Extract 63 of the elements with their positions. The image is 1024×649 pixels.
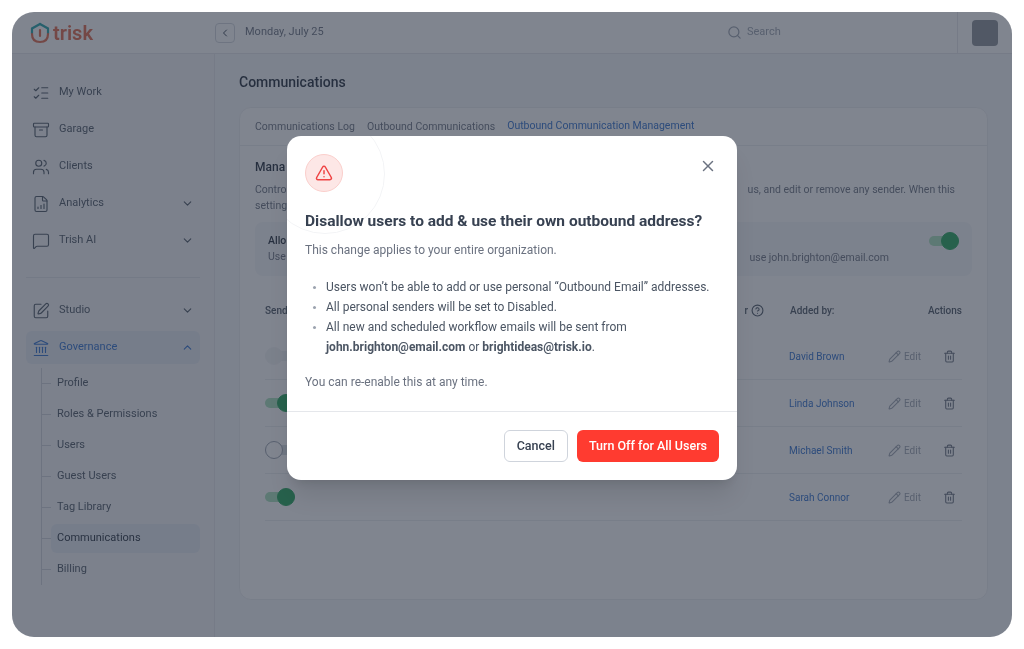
column-header: Added by: xyxy=(790,303,836,318)
bullet-text: All personal senders will be set to Disabled. xyxy=(326,299,557,317)
added-by-link[interactable]: Sarah Connor xyxy=(789,489,888,505)
sidebar-subitem[interactable]: Tag Library xyxy=(51,493,200,522)
trash-icon xyxy=(943,349,956,363)
sidebar-subitem[interactable]: Users xyxy=(51,431,200,460)
setting-title: Allo xyxy=(268,233,287,249)
sidebar-subitem[interactable]: Guest Users xyxy=(51,462,200,491)
sidebar-subitem[interactable]: Communications xyxy=(51,524,200,553)
delete-button[interactable] xyxy=(943,396,956,410)
collapse-button[interactable] xyxy=(215,22,235,43)
sidebar-item[interactable]: My Work xyxy=(26,76,200,109)
sidebar-item[interactable]: Trish AI xyxy=(26,224,200,257)
delete-button[interactable] xyxy=(943,443,956,457)
sidebar-item[interactable]: Garage xyxy=(26,113,200,146)
column-header: r xyxy=(744,303,748,318)
sidebar-icon xyxy=(32,194,50,213)
pencil-icon xyxy=(888,349,901,363)
page-title: Communications xyxy=(239,73,347,92)
sidebar-subitem[interactable]: Billing xyxy=(51,555,200,584)
search-icon xyxy=(727,25,742,40)
dialog-title: Disallow users to add & use their own outbound address? xyxy=(305,211,704,232)
warning-icon xyxy=(305,154,343,192)
sidebar-item[interactable]: Governance xyxy=(26,331,200,364)
delete-button[interactable] xyxy=(943,490,956,504)
column-header: Send xyxy=(265,303,289,318)
added-by-link[interactable]: Michael Smith xyxy=(789,442,888,458)
sidebar-icon xyxy=(32,120,50,139)
pencil-icon xyxy=(888,490,901,504)
logo-icon xyxy=(29,21,51,44)
date-label: Monday, July 25 xyxy=(245,24,324,41)
turn-off-button[interactable]: Turn Off for All Users xyxy=(576,430,719,463)
description-text: Contro xyxy=(255,182,288,198)
description-text: setting xyxy=(255,198,288,214)
sidebar-subitem[interactable]: Roles & Permissions xyxy=(51,400,200,429)
help-icon xyxy=(751,303,764,317)
logo-text: trisk xyxy=(53,22,93,43)
toggle-switch[interactable] xyxy=(265,488,295,506)
added-by-link[interactable]: Linda Johnson xyxy=(789,395,888,411)
sidebar-item[interactable]: Studio xyxy=(26,294,200,327)
dialog-footnote: You can re-enable this at any time. xyxy=(305,374,489,392)
trash-icon xyxy=(943,396,956,410)
sidebar-icon xyxy=(32,301,50,320)
sidebar-icon xyxy=(32,338,50,357)
bullet-text: Users won’t be able to add or use personal “Outbound Email” addresses. xyxy=(326,279,710,297)
sidebar-icon xyxy=(32,157,50,176)
avatar-placeholder[interactable] xyxy=(972,19,998,46)
tab[interactable]: Outbound Communications xyxy=(366,108,496,145)
sidebar-subitem[interactable]: Profile xyxy=(51,369,200,398)
dialog-subtitle: This change applies to your entire organization. xyxy=(305,242,558,260)
column-header: Actions xyxy=(926,303,962,318)
section-title: Mana xyxy=(255,159,286,176)
toggle-switch[interactable] xyxy=(929,232,959,250)
sidebar-item[interactable]: Clients xyxy=(26,150,200,183)
bullet-text: All new and scheduled workflow emails will be sent from john.brighton@email.com or brightideas@trisk.io. xyxy=(326,319,628,357)
trash-icon xyxy=(943,443,956,457)
trash-icon xyxy=(943,490,956,504)
pencil-icon xyxy=(888,396,901,410)
pencil-icon xyxy=(888,443,901,457)
delete-button[interactable] xyxy=(943,349,956,363)
cancel-button[interactable]: Cancel xyxy=(503,430,568,463)
sidebar-icon xyxy=(32,231,50,250)
sidebar-item[interactable]: Analytics xyxy=(26,187,200,220)
